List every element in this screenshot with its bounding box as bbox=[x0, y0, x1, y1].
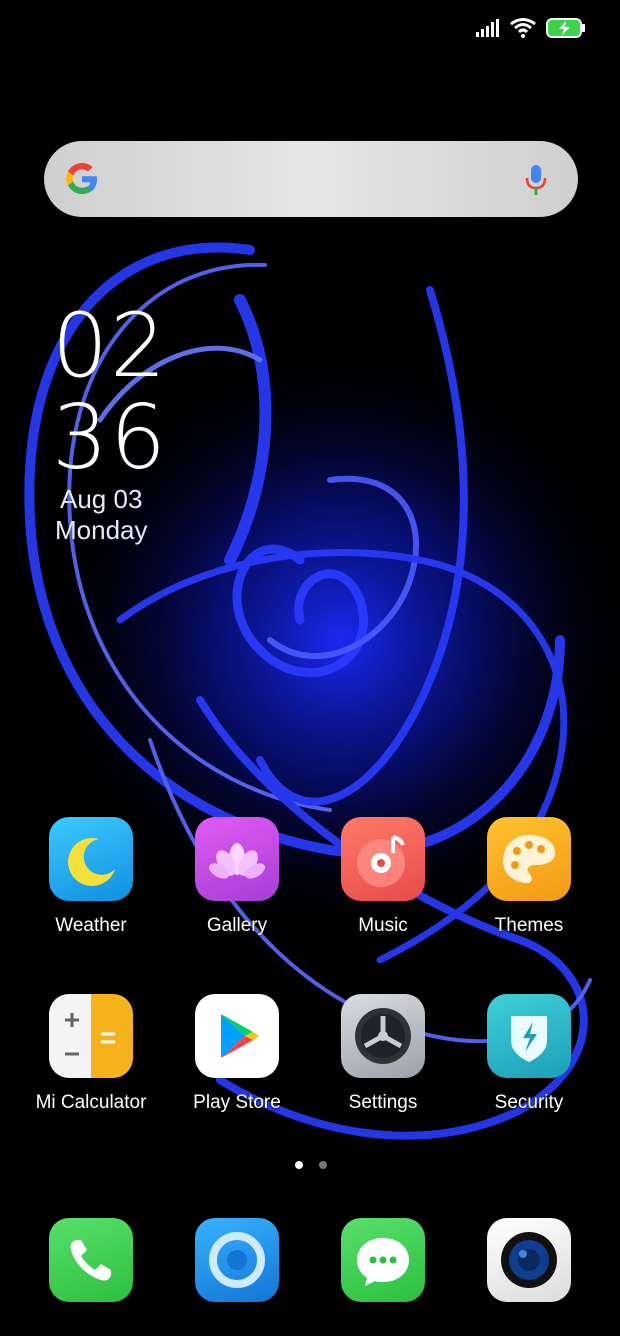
security-icon bbox=[487, 994, 571, 1078]
music-icon bbox=[341, 817, 425, 901]
play-store-icon bbox=[195, 994, 279, 1078]
app-play-store[interactable]: Play Store bbox=[164, 994, 310, 1114]
app-mi-calculator[interactable]: Mi Calculator bbox=[18, 994, 164, 1114]
app-label: Weather bbox=[55, 915, 127, 936]
settings-icon bbox=[341, 994, 425, 1078]
app-security[interactable]: Security bbox=[456, 994, 602, 1114]
google-logo-icon bbox=[66, 163, 97, 194]
weather-icon bbox=[49, 817, 133, 901]
page-dot-2[interactable] bbox=[319, 1161, 327, 1169]
dock-camera[interactable] bbox=[456, 1218, 602, 1302]
app-gallery[interactable]: Gallery bbox=[164, 817, 310, 937]
calculator-icon bbox=[49, 994, 133, 1078]
app-settings[interactable]: Settings bbox=[310, 994, 456, 1114]
app-music[interactable]: Music bbox=[310, 817, 456, 937]
clock-minute: 36 bbox=[52, 386, 168, 489]
app-label: Play Store bbox=[193, 1092, 281, 1113]
phone-icon bbox=[49, 1218, 133, 1302]
page-dot-1[interactable] bbox=[295, 1161, 303, 1169]
camera-icon bbox=[487, 1218, 571, 1302]
app-label: Settings bbox=[348, 1092, 418, 1113]
signal-icon bbox=[476, 19, 499, 37]
dock-browser[interactable] bbox=[164, 1218, 310, 1302]
microphone-icon[interactable] bbox=[524, 163, 548, 197]
browser-icon bbox=[195, 1218, 279, 1302]
page-indicator bbox=[295, 1161, 327, 1169]
app-themes[interactable]: Themes bbox=[456, 817, 602, 937]
battery-charging-icon bbox=[546, 18, 585, 38]
app-label: Mi Calculator bbox=[35, 1092, 147, 1113]
clock-hour: 02 bbox=[52, 294, 168, 397]
app-label: Gallery bbox=[206, 915, 268, 936]
app-weather[interactable]: Weather bbox=[18, 817, 164, 937]
app-label: Security bbox=[494, 1092, 564, 1113]
dock-phone[interactable] bbox=[18, 1218, 164, 1302]
messages-icon bbox=[341, 1218, 425, 1302]
google-search-bar[interactable] bbox=[44, 141, 578, 217]
app-label: Music bbox=[358, 915, 408, 936]
themes-icon bbox=[487, 817, 571, 901]
status-bar bbox=[476, 14, 586, 42]
dock-messages[interactable] bbox=[310, 1218, 456, 1302]
gallery-icon bbox=[195, 817, 279, 901]
clock-widget[interactable]: 02 36 Aug 03 Monday bbox=[52, 300, 168, 546]
clock-day: Monday bbox=[55, 515, 148, 545]
wifi-icon bbox=[510, 18, 536, 38]
app-label: Themes bbox=[494, 915, 564, 936]
